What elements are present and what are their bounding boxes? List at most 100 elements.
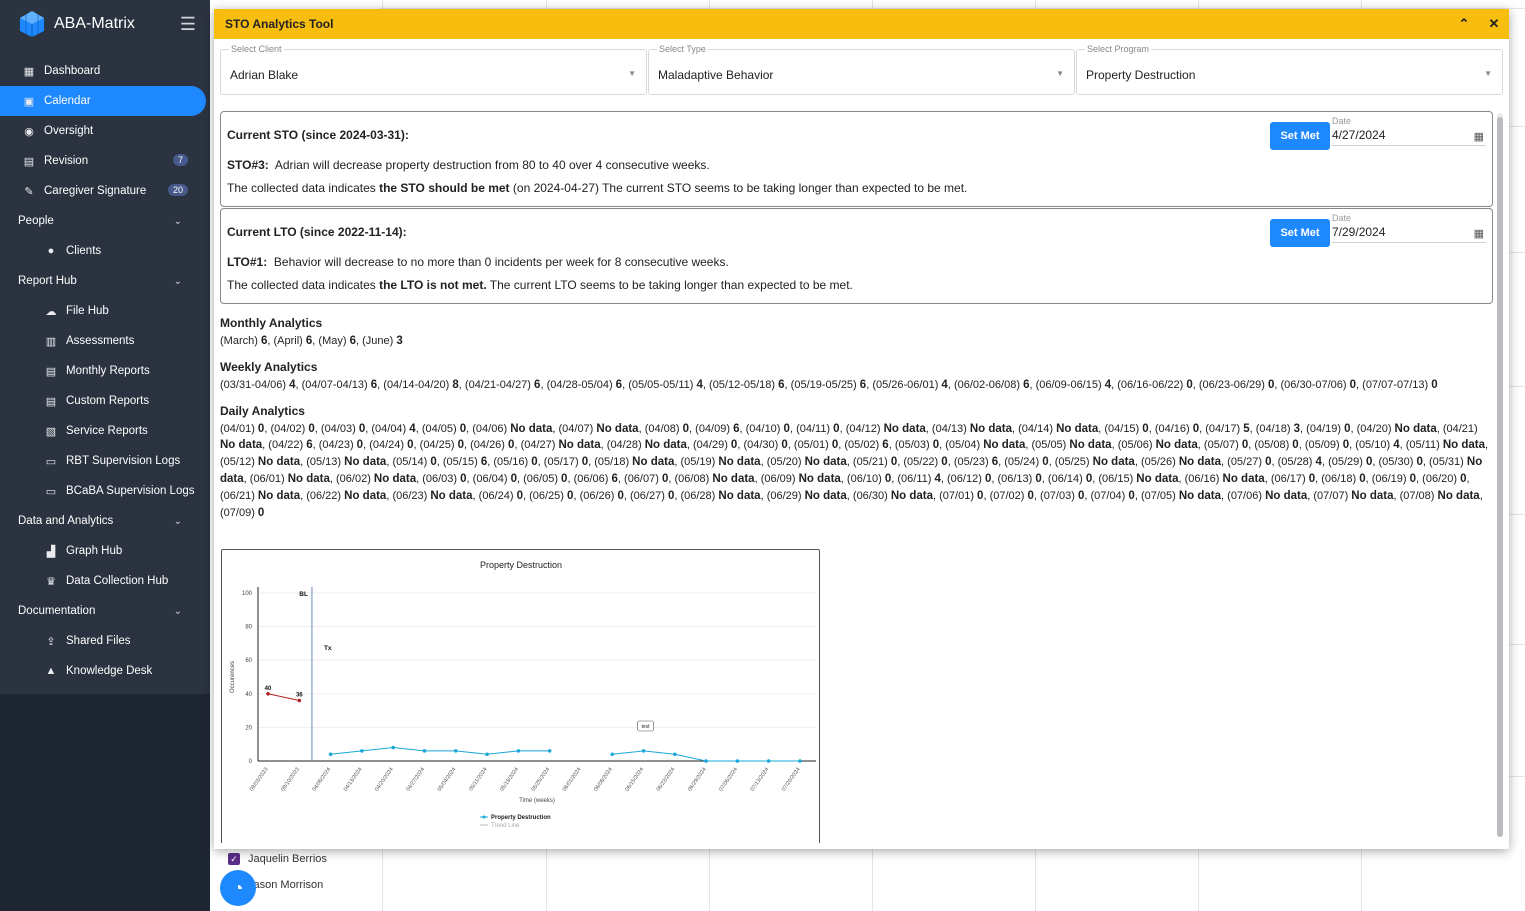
monthly-period: (May) <box>318 335 347 347</box>
daily-period: (06/07) <box>624 472 659 485</box>
daily-value: 0 <box>460 472 467 485</box>
weekly-entry: (07/07-07/13) 0 <box>1362 379 1438 391</box>
daily-value: 6 <box>480 456 488 469</box>
daily-value: No data <box>257 456 301 469</box>
daily-entry: (06/04) 0, <box>472 472 524 485</box>
daily-entry: (06/27) 0, <box>630 489 681 502</box>
sidebar-item-knowledge-desk[interactable]: ▲ Knowledge Desk <box>0 656 210 686</box>
daily-entry: (05/27) 0, <box>1227 456 1278 469</box>
daily-entry: (06/21) No data, <box>220 489 307 502</box>
sto-date-field[interactable]: Date 4/27/2024 ▦ <box>1332 116 1486 146</box>
daily-value: No data <box>1069 439 1112 452</box>
sidebar-item-monthly-reports[interactable]: ▤ Monthly Reports <box>0 356 210 386</box>
chevron-down-icon[interactable]: ⌄ <box>174 516 182 527</box>
sidebar-item-assessments[interactable]: ▥ Assessments <box>0 326 210 356</box>
daily-value: 0 <box>459 422 467 435</box>
daily-period: (06/29) <box>766 489 802 502</box>
sidebar-section-people[interactable]: People ⌄ <box>0 206 210 236</box>
sidebar-item-oversight[interactable]: ◉ Oversight <box>0 116 210 146</box>
daily-entry: (05/17) 0, <box>543 456 595 469</box>
sto-set-met-button[interactable]: Set Met <box>1270 122 1330 150</box>
daily-period: (06/08) <box>674 472 710 485</box>
sidebar-item-revision[interactable]: ▤ Revision 7 <box>0 146 210 176</box>
sidebar-item-clients[interactable]: ● Clients <box>0 236 210 266</box>
sidebar-item-rbt-supervision-logs[interactable]: ▭ RBT Supervision Logs <box>0 446 210 476</box>
sidebar-item-label: Shared Files <box>66 635 131 647</box>
weekly-period: (06/02-06/08) <box>953 378 1020 391</box>
lto-set-met-button[interactable]: Set Met <box>1270 219 1330 247</box>
daily-value: 0 <box>1416 456 1423 469</box>
sto-date-value: 4/27/2024 <box>1332 128 1386 142</box>
file-icon: ▤ <box>45 395 57 408</box>
daily-entry: (06/22) No data, <box>306 489 393 502</box>
lto-date-field[interactable]: Date 7/29/2024 ▦ <box>1332 213 1486 243</box>
daily-period: (06/27) <box>630 489 665 502</box>
sidebar-section-documentation[interactable]: Documentation ⌄ <box>0 596 210 626</box>
sidebar-section-data-and-analytics[interactable]: Data and Analytics ⌄ <box>0 506 210 536</box>
sto-text: Adrian will decrease property destructio… <box>274 158 710 172</box>
clipboard-icon: ▥ <box>45 335 57 348</box>
monthly-entry: (May) 6, <box>318 335 363 347</box>
sidebar-item-graph-hub[interactable]: ▟ Graph Hub <box>0 536 210 566</box>
daily-value: No data <box>510 422 553 435</box>
sidebar-item-data-collection-hub[interactable]: ♛ Data Collection Hub <box>0 566 210 596</box>
x-tick-label: 04/27/2024 <box>405 767 426 793</box>
weekly-value: 6 <box>615 378 623 391</box>
modal-scrollbar[interactable] <box>1497 113 1503 837</box>
daily-period: (06/09) <box>760 472 796 485</box>
daily-value: 0 <box>781 439 788 452</box>
chevron-down-icon[interactable]: ⌄ <box>174 216 182 227</box>
weekly-value: 0 <box>1431 378 1438 391</box>
daily-entry: (06/26) 0, <box>579 489 631 502</box>
daily-entry: (06/29) No data, <box>766 489 853 502</box>
lto-status-bold: the LTO is not met. <box>379 278 487 292</box>
daily-value: 0 <box>977 489 984 502</box>
sidebar-item-dashboard[interactable]: ▦ Dashboard <box>0 56 210 86</box>
client-row[interactable]: ✓ Jaquelin Berrios <box>228 846 327 872</box>
daily-period: (04/08) <box>644 422 680 435</box>
calendar-icon[interactable]: ▦ <box>1474 130 1484 143</box>
sidebar-item-label: Oversight <box>44 125 94 137</box>
collapse-chevron-up-icon[interactable]: ⌃ <box>1449 16 1479 32</box>
daily-period: (04/05) <box>421 422 457 435</box>
close-icon[interactable]: ✕ <box>1479 16 1509 32</box>
sidebar-section-report-hub[interactable]: Report Hub ⌄ <box>0 266 210 296</box>
checkbox-icon[interactable]: ✓ <box>228 853 240 865</box>
count-badge: 20 <box>167 184 188 196</box>
palette-fab-button[interactable]: ◔ <box>220 870 256 906</box>
weekly-value: 4 <box>289 378 296 391</box>
sidebar-item-shared-files[interactable]: ⇪ Shared Files <box>0 626 210 656</box>
daily-period: (06/28) <box>680 489 716 502</box>
chevron-down-icon[interactable]: ⌄ <box>174 276 182 287</box>
daily-entry: (07/08) No data, <box>1399 489 1483 502</box>
chevron-down-icon[interactable]: ⌄ <box>174 606 182 617</box>
daily-period: (07/09) <box>220 506 255 519</box>
daily-period: (05/16) <box>493 456 529 469</box>
daily-value: 0 <box>884 472 892 485</box>
daily-period: (06/24) <box>478 489 514 502</box>
weekly-value: 8 <box>452 378 459 391</box>
sidebar-item-caregiver-signature[interactable]: ✎ Caregiver Signature 20 <box>0 176 210 206</box>
program-select[interactable]: Select Program Property Destruction ▼ <box>1076 44 1503 95</box>
weekly-analytics: (03/31-04/06) 4, (04/07-04/13) 6, (04/14… <box>220 377 1493 394</box>
baseline-data-label: 40 <box>265 686 272 692</box>
sidebar-item-service-reports[interactable]: ▧ Service Reports <box>0 416 210 446</box>
x-tick-label: 05/11/2024 <box>468 767 488 793</box>
sidebar-item-file-hub[interactable]: ☁ File Hub <box>0 296 210 326</box>
daily-value: 0 <box>984 472 992 485</box>
sidebar-item-custom-reports[interactable]: ▤ Custom Reports <box>0 386 210 416</box>
scrollbar-thumb[interactable] <box>1497 117 1503 837</box>
sidebar-item-calendar[interactable]: ▣ Calendar <box>0 86 206 116</box>
sidebar-item-bcaba-supervision-logs[interactable]: ▭ BCaBA Supervision Logs <box>0 476 210 506</box>
sidebar-item-label: Monthly Reports <box>66 365 150 377</box>
daily-period: (05/23) <box>953 456 989 469</box>
daily-value: No data <box>983 439 1026 452</box>
brand-header: ABA-Matrix ☰ <box>0 0 210 48</box>
daily-period: (05/04) <box>945 439 981 452</box>
calendar-icon[interactable]: ▦ <box>1474 227 1484 240</box>
y-tick-label: 80 <box>245 625 252 631</box>
type-select[interactable]: Select Type Maladaptive Behavior ▼ <box>648 44 1075 95</box>
hamburger-menu-icon[interactable]: ☰ <box>180 14 196 35</box>
daily-entry: (04/20) No data, <box>1356 422 1443 435</box>
client-select[interactable]: Select Client Adrian Blake ▼ <box>220 44 647 95</box>
